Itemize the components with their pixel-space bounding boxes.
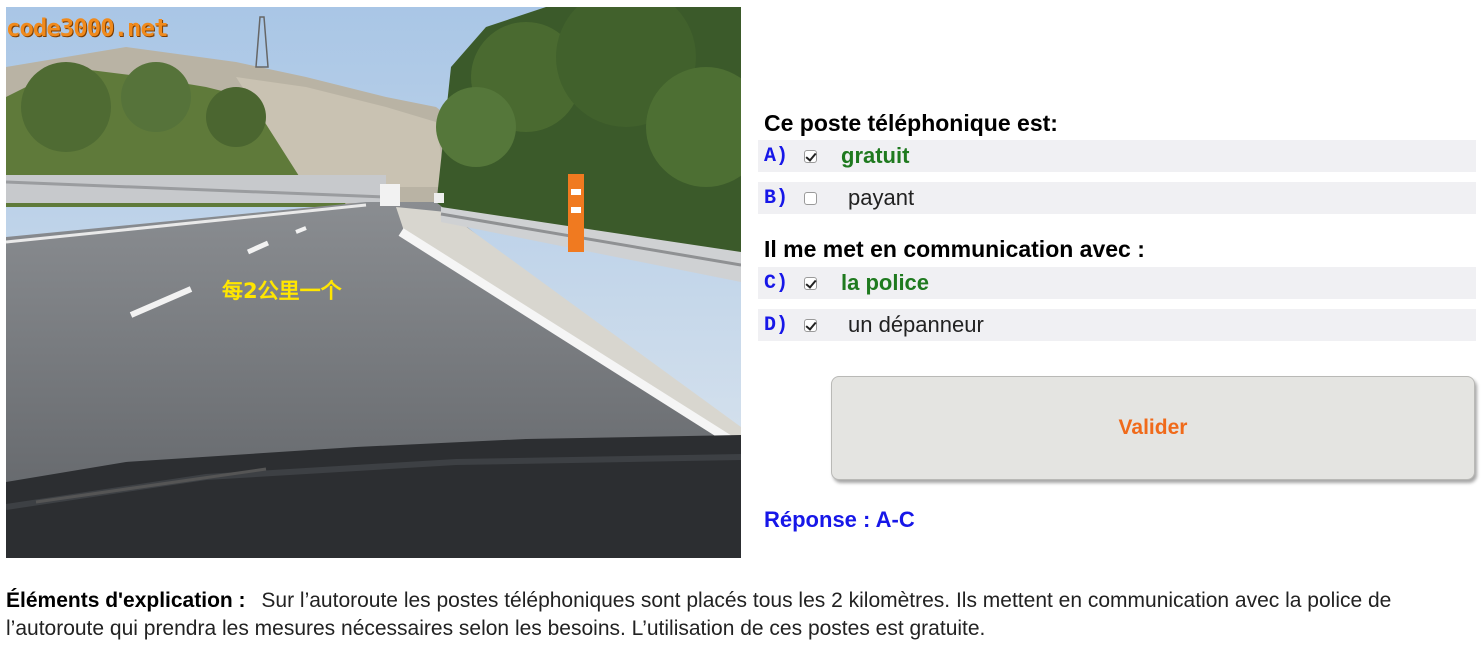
explanation: Éléments d'explication : Sur l’autoroute… [6,587,1478,643]
road-photo [6,7,741,558]
option-letter: D) [764,313,789,337]
option-letter: B) [764,186,789,210]
site-watermark: code3000.net [6,14,168,42]
option-c[interactable]: C) la police [758,267,1476,299]
answer-text: Réponse : A-C [764,507,915,532]
option-text: la police [841,270,930,295]
distance-note: 每2公里一个 [222,279,342,303]
option-d[interactable]: D) un dépanneur [758,309,1476,341]
checkbox-c[interactable] [804,276,817,290]
checkbox-d[interactable] [804,318,817,332]
explanation-label: Éléments d'explication : [6,589,246,612]
option-letter: A) [764,144,789,168]
validate-button[interactable]: Valider [831,376,1475,480]
road-scene-illustration [6,7,741,558]
option-text: un dépanneur [848,312,984,337]
option-letter: C) [764,271,789,295]
option-text: payant [848,185,915,210]
checkbox-a[interactable] [804,149,817,163]
option-text: gratuit [841,143,910,168]
question-title-2: Il me met en communication avec : [764,236,1145,262]
checkbox-b[interactable] [804,191,817,205]
question-title-1: Ce poste téléphonique est: [764,110,1058,136]
option-b[interactable]: B) payant [758,182,1476,214]
option-a[interactable]: A) gratuit [758,140,1476,172]
